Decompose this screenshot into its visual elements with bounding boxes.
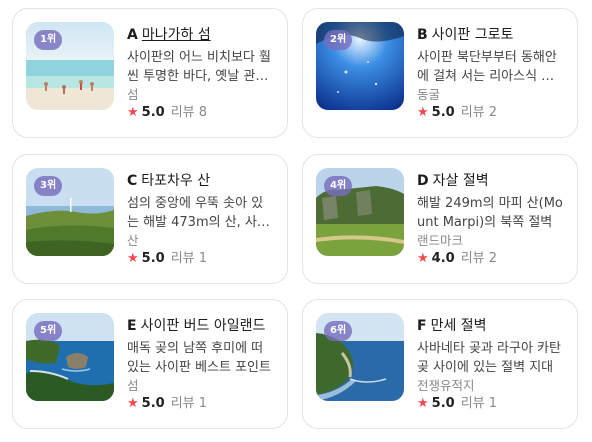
review-count: 리뷰 8 [170, 105, 208, 120]
rating-score: 5.0 [141, 396, 165, 411]
place-category: 섬 [127, 378, 139, 393]
star-icon: ★ [417, 251, 429, 266]
place-title[interactable]: C 타포차우 산 [127, 171, 273, 191]
place-image: 5위 [26, 313, 114, 401]
place-letter: D [417, 173, 429, 189]
rank-badge: 6위 [324, 321, 353, 341]
place-letter: E [127, 318, 137, 334]
star-icon: ★ [417, 396, 429, 411]
review-count: 리뷰 1 [170, 251, 208, 266]
place-category: 동굴 [417, 87, 441, 102]
place-title[interactable]: D 자살 절벽 [417, 171, 563, 191]
rating-score: 5.0 [141, 251, 165, 266]
place-card-4[interactable]: 4위 D 자살 절벽 해발 249m의 마피 산(Mount Marpi)의 북쪽… [302, 154, 578, 284]
place-description: 사바네타 곶과 라구아 카탄 곶 사이에 있는 절벽 지대 [417, 341, 561, 375]
place-name[interactable]: 만세 절벽 [431, 318, 487, 334]
place-description: 사이판의 어느 비치보다 훨씬 투명한 바다, 옛날 관광객들이 사랑하는 섬 [127, 50, 271, 84]
rank-badge: 3위 [34, 176, 63, 196]
star-icon: ★ [417, 105, 429, 120]
place-description: 해발 249m의 마피 산(Mount Marpi)의 북쪽 절벽 [417, 196, 563, 230]
place-title[interactable]: B 사이판 그로토 [417, 25, 563, 45]
rating-score: 5.0 [141, 105, 165, 120]
place-letter: C [127, 173, 138, 189]
place-rating: ★ 5.0 리뷰 1 [417, 395, 563, 413]
place-image: 2위 [316, 22, 404, 110]
place-letter: A [127, 27, 138, 43]
place-name[interactable]: 자살 절벽 [433, 173, 489, 189]
place-card-3[interactable]: 3위 C 타포차우 산 섬의 중앙에 우뚝 솟아 있는 해발 473m의 산, 사… [12, 154, 288, 284]
place-rating: ★ 5.0 리뷰 8 [127, 104, 273, 122]
place-category: 섬 [127, 87, 139, 102]
place-card-2[interactable]: 2위 B사이판 그로토 사이판 북단부부터 동해안에 걸쳐 서는 리아스식 해안… [302, 8, 578, 138]
place-image: 3위 [26, 168, 114, 256]
place-name[interactable]: 타포차우 산 [141, 173, 210, 189]
review-count: 리뷰 1 [170, 396, 208, 411]
place-image: 6위 [316, 313, 404, 401]
place-card-1[interactable]: 1위 A 마나가하 섬 사이판의 어느 비치보다 훨씬 투명한 바다, 옛날 관광… [12, 8, 288, 138]
place-card-6[interactable]: 6위 F 만세 절벽 사바네타 곶과 라구아 카탄 곶 사이에 있는 절벽 지대 … [302, 299, 578, 429]
place-rating: ★ 5.0 리뷰 1 [127, 395, 273, 413]
rank-badge: 4위 [324, 176, 353, 196]
place-description: 매독 곶의 남쪽 후미에 떠 있는 사이판 베스트 포인트 [127, 341, 271, 375]
place-rating: ★ 5.0 리뷰 1 [127, 250, 273, 268]
rank-badge: 2위 [324, 30, 353, 50]
rank-badge: 1위 [34, 30, 63, 50]
place-category: 산 [127, 233, 139, 248]
place-category: 전쟁유적지 [417, 378, 475, 393]
place-card-5[interactable]: 5위 E 사이판 버드 아일랜드 매독 곶의 남쪽 후미에 떠 있는 사이판 베스… [12, 299, 288, 429]
place-name[interactable]: 마나가하 섬 [142, 27, 211, 43]
rank-badge: 5위 [34, 321, 63, 341]
place-image: 4위 [316, 168, 404, 256]
place-image: 1위 [26, 22, 114, 110]
place-category: 랜드마크 [417, 233, 464, 248]
place-description: 사이판 북단부부터 동해안에 걸쳐 서는 리아스식 해안 [417, 50, 557, 84]
review-count: 리뷰 2 [460, 105, 498, 120]
review-count: 리뷰 1 [460, 396, 498, 411]
rating-score: 5.0 [431, 105, 455, 120]
star-icon: ★ [127, 105, 139, 120]
place-letter: B [417, 27, 428, 43]
star-icon: ★ [127, 396, 139, 411]
rating-score: 4.0 [431, 251, 455, 266]
place-description: 섬의 중앙에 우뚝 솟아 있는 해발 473m의 산, 사이판 최고봉 [127, 196, 269, 230]
review-count: 리뷰 2 [460, 251, 498, 266]
place-title[interactable]: E 사이판 버드 아일랜드 [127, 316, 273, 336]
place-rating: ★ 5.0 리뷰 2 [417, 104, 563, 122]
place-name[interactable]: 사이판 버드 아일랜드 [141, 318, 266, 334]
place-letter: F [417, 318, 427, 334]
rating-score: 5.0 [431, 396, 455, 411]
star-icon: ★ [127, 251, 139, 266]
place-title[interactable]: F 만세 절벽 [417, 316, 563, 336]
place-title[interactable]: A 마나가하 섬 [127, 25, 273, 45]
place-name[interactable]: 사이판 그로토 [432, 27, 514, 43]
place-rating: ★ 4.0 리뷰 2 [417, 250, 563, 268]
